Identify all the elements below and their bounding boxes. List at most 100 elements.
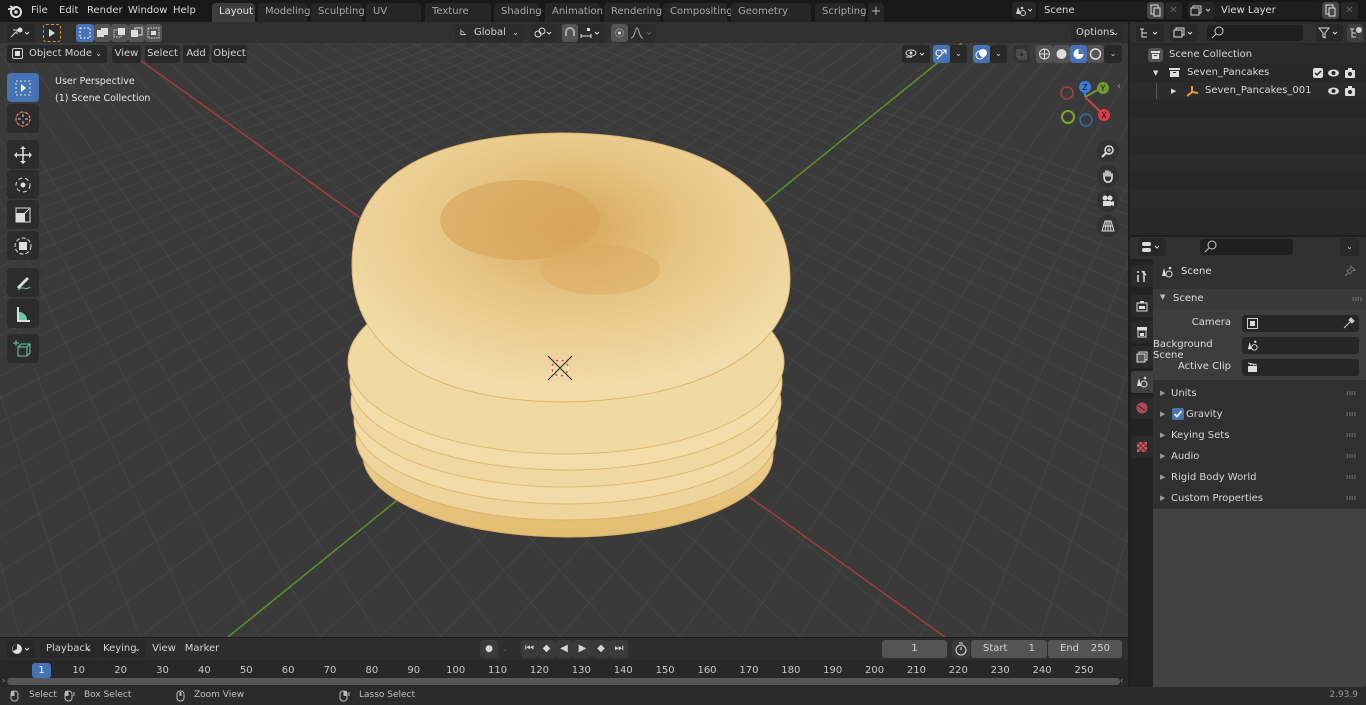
world-properties-tab[interactable] [1131,397,1153,419]
gizmo-toggle-icon[interactable] [933,45,950,63]
add-workspace-button[interactable]: + [868,3,884,22]
drag-handle-icon[interactable] [1346,475,1356,479]
eye-visibility-icon[interactable] [1327,67,1340,79]
tool-properties-tab[interactable] [1131,265,1153,287]
menu-object[interactable]: Object [212,45,247,63]
menu-add[interactable]: Add [183,45,209,63]
tab-layout[interactable]: Layout [212,3,255,22]
current-frame-field[interactable]: 1 [882,640,947,658]
pin-icon[interactable] [1344,265,1356,277]
tab-geometry-nodes[interactable]: Geometry Nodes [731,3,811,35]
timeline-editor-type-button[interactable] [7,640,35,658]
play-reverse-icon[interactable]: ◀ [555,640,573,658]
gizmo-dropdown[interactable]: ⌄ [950,45,967,63]
display-mode-dropdown[interactable] [1170,24,1198,42]
scene-properties-tab[interactable] [1131,371,1153,393]
scale-tool[interactable] [7,200,39,229]
play-icon[interactable]: ▶ [573,640,592,658]
tool-select-icon[interactable] [43,24,61,42]
snap-target-dropdown[interactable] [578,24,605,42]
background-scene-field[interactable] [1242,337,1359,354]
select-mode-subtract-icon[interactable] [111,24,128,42]
sidebar-toggle-icon[interactable]: ‹ [1117,81,1121,92]
scene-new-button[interactable] [1147,2,1164,19]
render-properties-tab[interactable] [1131,295,1153,317]
overlays-dropdown[interactable]: ⌄ [990,45,1007,63]
pan-view-hand-icon[interactable] [1097,165,1119,187]
keying-dropdown[interactable]: Keying ⌄ [97,640,145,658]
rotate-tool[interactable] [7,170,39,199]
visibility-dropdown[interactable] [902,45,930,63]
scroll-right-icon[interactable]: ‹ [1120,676,1123,685]
perspective-toggle-icon[interactable] [1097,215,1119,237]
view-layer-delete-icon[interactable]: ✕ [1341,2,1358,19]
scroll-left-icon[interactable]: › [2,676,5,685]
navigation-gizmo[interactable]: Z Y X [1055,80,1115,132]
transform-orientation-dropdown[interactable]: Global ⊾ ⌄ [455,24,524,42]
tab-rendering[interactable]: Rendering [604,3,662,22]
eye-visibility-icon[interactable] [1327,85,1340,97]
view-layer-new-button[interactable] [1322,2,1339,19]
units-panel[interactable]: ▶ Units [1153,383,1360,404]
rigid-body-world-panel[interactable]: ▶ Rigid Body World [1153,467,1360,488]
tab-animation[interactable]: Animation [545,3,603,22]
filter-dropdown[interactable] [1316,24,1343,42]
snap-toggle-icon[interactable] [562,24,578,42]
menu-file[interactable]: File [31,3,48,19]
pivot-point-dropdown[interactable] [530,24,556,42]
drag-handle-icon[interactable] [1346,412,1356,416]
outliner-search-input[interactable] [1207,25,1303,41]
tab-scripting[interactable]: Scripting [815,3,866,22]
jump-to-next-keyframe-icon[interactable]: ◆ [592,640,610,658]
select-mode-intersect-icon[interactable] [145,24,162,42]
gravity-checkbox[interactable] [1172,408,1184,420]
select-mode-new-icon[interactable] [76,24,94,42]
properties-search-input[interactable] [1200,239,1293,255]
timeline-menu-marker[interactable]: Marker [183,640,221,658]
tab-uv-editing[interactable]: UV Editing [366,3,421,35]
menu-select[interactable]: Select [145,45,180,63]
drag-handle-icon[interactable] [1352,297,1362,301]
shading-dropdown[interactable]: ⌄ [1104,45,1122,63]
menu-view[interactable]: View [112,45,141,63]
jump-to-end-icon[interactable]: ⏭ [610,640,628,658]
audio-panel[interactable]: ▶ Audio [1153,446,1360,467]
tab-texture-paint[interactable]: Texture Paint [425,3,491,35]
outliner-row-collection[interactable]: ▼ Seven_Pancakes [1130,64,1366,82]
area-divider[interactable] [1128,637,1130,687]
drag-handle-icon[interactable] [1346,496,1356,500]
new-collection-icon[interactable] [1347,24,1363,42]
select-box-tool[interactable] [7,73,39,102]
measure-tool[interactable] [7,299,39,328]
scene-name-field[interactable]: Scene [1038,2,1146,19]
view-layer-browse-button[interactable] [1188,2,1215,19]
overlays-toggle-icon[interactable] [973,45,990,63]
texture-properties-tab[interactable] [1131,436,1153,458]
exclude-checkbox[interactable] [1313,68,1323,78]
gravity-panel[interactable]: ▶ Gravity [1153,404,1360,425]
auto-keying-dropdown[interactable]: ⌄ [498,640,512,658]
pancake-stack-model[interactable] [347,132,791,538]
menu-render[interactable]: Render [87,3,123,19]
outliner-editor-type-button[interactable] [1136,24,1164,42]
outliner-row-scene-collection[interactable]: Scene Collection [1130,46,1366,64]
select-mode-extend-icon[interactable] [94,24,111,42]
select-mode-difference-icon[interactable] [128,24,145,42]
end-frame-field[interactable]: End 250 [1048,640,1122,658]
view-layer-properties-tab[interactable] [1131,346,1153,368]
jump-to-previous-keyframe-icon[interactable]: ◆ [538,640,555,658]
tab-modeling[interactable]: Modeling [258,3,311,22]
menu-window[interactable]: Window [128,3,167,19]
editor-type-button[interactable] [7,24,35,42]
timeline-menu-view[interactable]: View [150,640,178,658]
shading-rendered-icon[interactable] [1087,45,1104,63]
camera-field[interactable] [1242,315,1359,332]
xray-toggle-icon[interactable] [1013,45,1030,63]
add-cube-tool[interactable] [7,334,39,363]
scene-panel-header[interactable]: ▼ Scene [1153,289,1366,310]
move-tool[interactable] [7,140,39,169]
shading-material-icon[interactable] [1070,45,1087,63]
proportional-edit-icon[interactable] [611,24,628,42]
camera-view-icon[interactable] [1097,190,1119,212]
tab-shading[interactable]: Shading [494,3,542,22]
